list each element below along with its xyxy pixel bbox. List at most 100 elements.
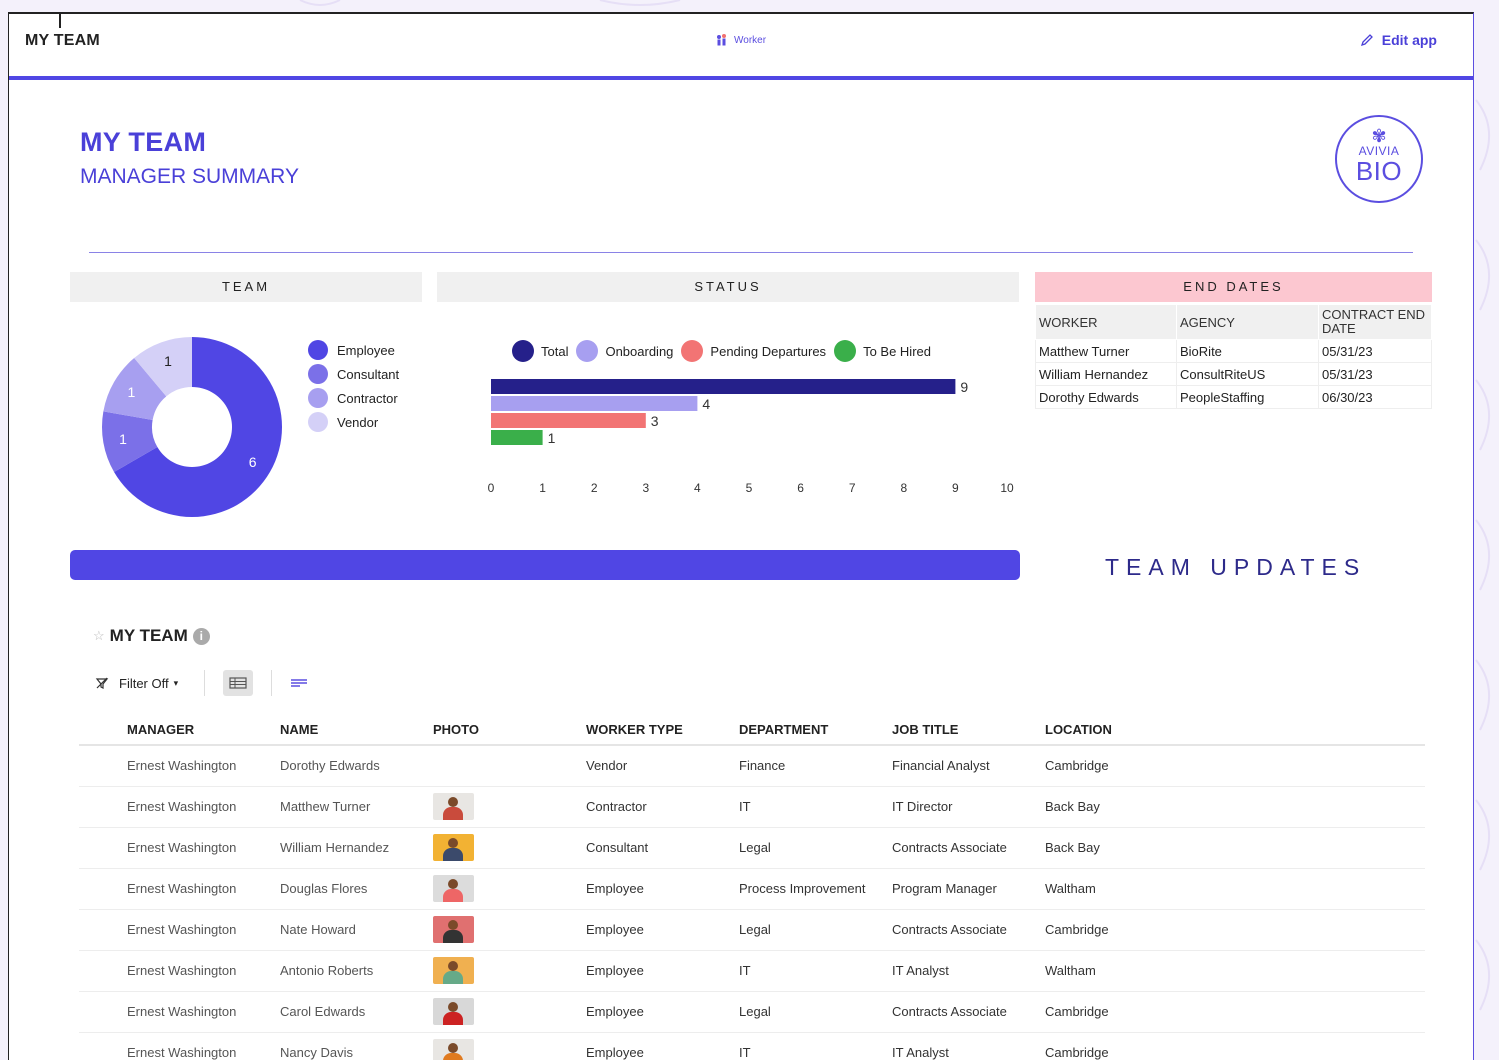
x-tick-label: 0 (488, 481, 495, 494)
cell-department: Legal (739, 991, 892, 1033)
grid-view-icon (229, 677, 247, 689)
info-icon[interactable]: i (192, 627, 210, 645)
photo-cell (433, 991, 586, 1033)
x-tick-label: 7 (849, 481, 856, 494)
avatar-body (443, 1012, 463, 1025)
table-row[interactable]: Ernest Washington Dorothy Edwards Vendor Fi… (79, 745, 1425, 787)
pencil-icon (1360, 34, 1373, 47)
avatar[interactable] (433, 957, 474, 984)
col-job-title[interactable]: JOB TITLE (892, 715, 1045, 746)
cell-manager: Ernest Washington (79, 909, 280, 951)
table-row[interactable]: Ernest Washington Antonio Roberts Employee… (79, 950, 1425, 992)
leaf-icon: ✾ (1371, 126, 1387, 146)
cell-worker-type: Vendor (586, 745, 739, 787)
cell-location: Cambridge (1045, 1032, 1425, 1060)
col-worker-type[interactable]: WORKER TYPE (586, 715, 739, 746)
bar-chart-svg: 94310 1 2 3 4 5 6 7 8 9 10 (488, 379, 1014, 495)
card-view-button[interactable] (290, 676, 308, 690)
toolbar-separator (271, 670, 273, 696)
avatar[interactable] (433, 998, 474, 1025)
edit-app-button[interactable]: Edit app (1360, 32, 1437, 48)
avatar[interactable] (433, 916, 474, 943)
logo-text-bottom: BIO (1355, 156, 1403, 186)
grid-toolbar: Filter Off ▾ (95, 670, 308, 696)
avatar[interactable] (433, 834, 474, 861)
end-date-worker: William Hernandez (1035, 362, 1177, 386)
cell-department: Finance (739, 745, 892, 787)
app-title: MY TEAM (25, 32, 100, 49)
team-grid: MANAGER NAME PHOTO WORKER TYPE DEPARTMEN… (79, 715, 1425, 1060)
legend-label: Vendor (337, 414, 379, 430)
cell-job-title: Program Manager (892, 868, 1045, 910)
donut-data-label: 1 (119, 431, 127, 447)
bar-total[interactable] (491, 379, 956, 394)
filter-off-icon (95, 677, 109, 689)
cell-worker-type: Employee (586, 1032, 739, 1060)
legend-label: Pending Departures (710, 343, 827, 359)
cell-job-title: Contracts Associate (892, 827, 1045, 869)
legend-swatch (576, 340, 599, 362)
end-dates-row: Dorothy Edwards PeopleStaffing 06/30/23 (1035, 385, 1432, 409)
col-photo[interactable]: PHOTO (433, 715, 586, 746)
cell-worker-type: Consultant (586, 827, 739, 869)
brand-logo: Worker (715, 34, 766, 46)
grid-view-button[interactable] (223, 670, 254, 696)
avatar[interactable] (433, 793, 474, 820)
legend-employee: Employee (308, 338, 399, 362)
legend-swatch (512, 340, 534, 362)
col-department[interactable]: DEPARTMENT (739, 715, 892, 746)
table-row[interactable]: Ernest Washington Matthew Turner Contracto… (79, 786, 1425, 828)
cell-location: Cambridge (1045, 991, 1425, 1033)
legend-swatch (308, 340, 328, 360)
legend-total: Total (512, 339, 568, 363)
x-tick-label: 2 (591, 481, 598, 494)
col-name[interactable]: NAME (280, 715, 433, 746)
avatar-head (448, 920, 458, 930)
avatar-head (448, 961, 458, 971)
status-bar-chart: 9 4 3 1 0 1 2 3 4 5 6 7 8 9 10 (477, 374, 1037, 499)
bar-pending-departures[interactable] (491, 413, 646, 428)
cell-worker-type: Employee (586, 868, 739, 910)
avatar[interactable] (433, 1039, 474, 1060)
status-panel-header: STATUS (437, 272, 1019, 302)
photo-cell (433, 745, 586, 787)
cell-department: IT (739, 950, 892, 992)
team-updates-heading: TEAM UPDATES (1105, 554, 1367, 580)
end-dates-panel-header: END DATES (1035, 272, 1432, 302)
table-row[interactable]: Ernest Washington Nate Howard Employee Lega… (79, 909, 1425, 951)
end-date-value: 05/31/23 (1318, 339, 1432, 363)
table-row[interactable]: Ernest Washington Douglas Flores Employee P… (79, 868, 1425, 910)
photo-cell (433, 827, 586, 869)
cell-job-title: IT Analyst (892, 950, 1045, 992)
status-legend: Total Onboarding Pending Departures To B… (512, 339, 939, 363)
end-date-value: 05/31/23 (1318, 362, 1432, 386)
cell-department: Process Improvement (739, 868, 892, 910)
avatar-head (448, 1002, 458, 1012)
legend-label: Onboarding (605, 343, 674, 359)
caret-down-icon: ▾ (173, 677, 179, 688)
x-tick-label: 3 (642, 481, 649, 494)
bar-onboarding[interactable] (491, 396, 698, 411)
cell-name: Nate Howard (280, 909, 433, 951)
cell-location: Cambridge (1045, 745, 1425, 787)
filter-button[interactable]: Filter Off ▾ (95, 676, 178, 691)
table-row[interactable]: Ernest Washington Nancy Davis Employee IT IT… (79, 1032, 1425, 1060)
x-tick-label: 4 (694, 481, 701, 494)
table-row[interactable]: Ernest Washington Carol Edwards Employee Le… (79, 991, 1425, 1033)
avatar[interactable] (433, 875, 474, 902)
table-row[interactable]: Ernest Washington William Hernandez Consul… (79, 827, 1425, 869)
photo-cell (433, 950, 586, 992)
cell-job-title: Financial Analyst (892, 745, 1045, 787)
avatar-body (443, 807, 463, 820)
photo-cell (433, 868, 586, 910)
bar-data-label: 4 (702, 396, 710, 412)
col-manager[interactable]: MANAGER (79, 715, 280, 746)
donut-svg: 6 1 1 1 (102, 337, 283, 517)
end-date-value: 06/30/23 (1318, 385, 1432, 409)
star-icon[interactable]: ☆ (93, 628, 105, 644)
legend-vendor: Vendor (308, 410, 399, 434)
avatar-head (448, 1043, 458, 1053)
legend-contractor: Contractor (308, 386, 399, 410)
bar-to-be-hired[interactable] (491, 430, 543, 445)
col-location[interactable]: LOCATION (1045, 715, 1425, 746)
